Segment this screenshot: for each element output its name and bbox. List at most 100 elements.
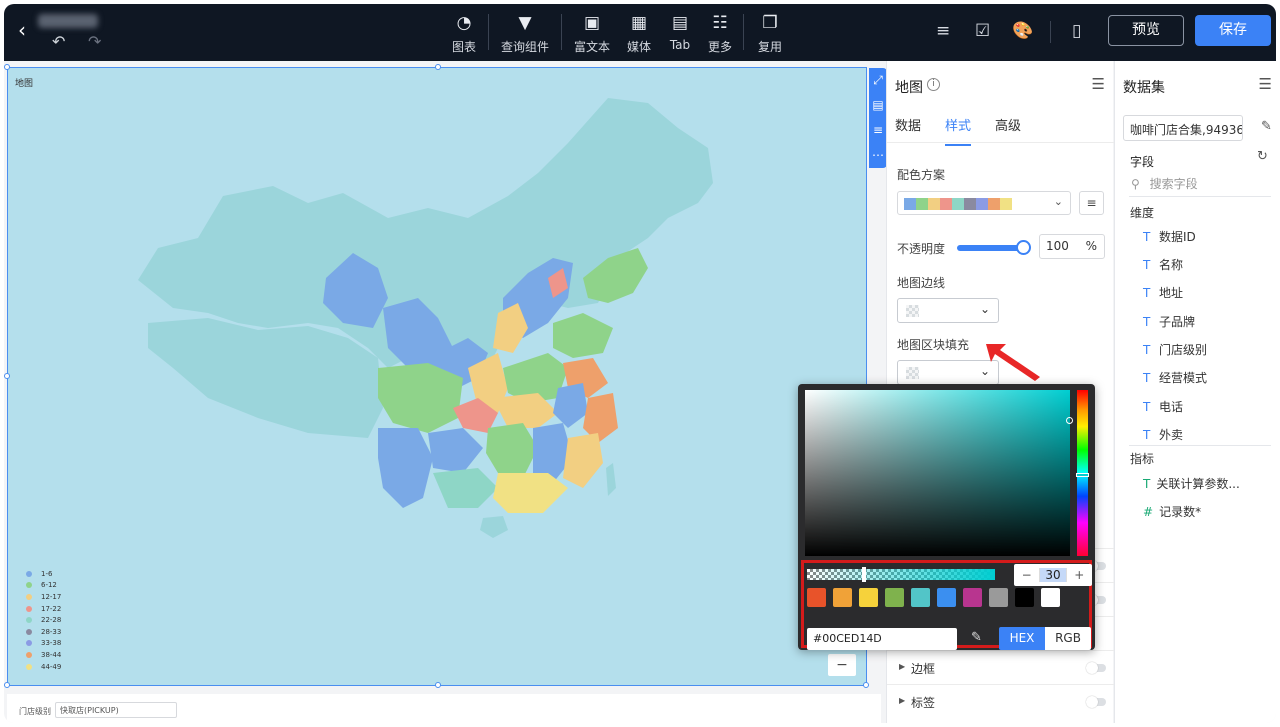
zoom-out-button[interactable]: − xyxy=(828,654,856,676)
preset-color[interactable] xyxy=(885,588,904,607)
pie-chart-icon: ◔ xyxy=(456,13,472,33)
legend-item[interactable]: 33-38 xyxy=(26,638,61,650)
measure-item[interactable]: T 关联计算参数... xyxy=(1143,475,1240,492)
preset-color[interactable] xyxy=(1041,588,1060,607)
section-border[interactable]: ▶ 边框 xyxy=(887,650,1114,684)
preset-color[interactable] xyxy=(963,588,982,607)
plus-button[interactable]: + xyxy=(1067,568,1092,582)
legend-item[interactable]: 6-12 xyxy=(26,580,61,592)
opacity-slider-handle[interactable] xyxy=(1016,240,1031,255)
dataset-select[interactable]: 咖啡门店合集,94936 ⌄ xyxy=(1123,115,1243,141)
info-icon[interactable]: i xyxy=(927,78,940,91)
preview-button[interactable]: 预览 xyxy=(1108,15,1184,46)
field-item[interactable]: T 门店级别 xyxy=(1143,341,1207,358)
resize-handle[interactable] xyxy=(435,64,441,70)
doc-icon[interactable]: ▤ xyxy=(869,93,887,118)
legend-item[interactable]: 38-44 xyxy=(26,649,61,661)
resize-handle[interactable] xyxy=(435,682,441,688)
query-component-button[interactable]: ▼ 查询组件 xyxy=(495,12,555,55)
panel-title: 地图 xyxy=(895,80,923,96)
undo-icon[interactable]: ↶ xyxy=(52,32,65,51)
preset-color[interactable] xyxy=(833,588,852,607)
save-button[interactable]: 保存 xyxy=(1195,15,1271,46)
panel-menu-icon[interactable]: ☰ xyxy=(1092,75,1105,93)
color-mode-toggle[interactable]: HEX RGB xyxy=(999,627,1091,650)
region-sichuan xyxy=(378,363,463,433)
field-item[interactable]: T 子品牌 xyxy=(1143,313,1195,330)
legend-item[interactable]: 44-49 xyxy=(26,661,61,673)
document-title xyxy=(38,14,98,28)
resize-handle[interactable] xyxy=(4,373,10,379)
checklist-icon[interactable]: ☑ xyxy=(975,21,990,41)
dataset-menu-icon[interactable]: ☰ xyxy=(1259,75,1272,93)
preset-color[interactable] xyxy=(937,588,956,607)
border-color-select[interactable]: ⌄ xyxy=(897,298,999,323)
section-label[interactable]: ▶ 标签 xyxy=(887,684,1114,718)
rgb-mode-button[interactable]: RGB xyxy=(1045,627,1091,650)
field-search-input[interactable]: ⚲ 搜索字段 xyxy=(1131,175,1198,192)
chart-tool-button[interactable]: ◔ 图表 xyxy=(434,12,494,55)
refresh-icon[interactable]: ↻ xyxy=(1257,149,1268,164)
region-guangdong xyxy=(493,473,568,513)
text-type-icon: T xyxy=(1143,229,1151,244)
resize-handle[interactable] xyxy=(4,682,10,688)
opacity-slider-track[interactable] xyxy=(957,245,1024,251)
alpha-stepper[interactable]: − 30 + xyxy=(1014,564,1092,586)
hue-slider-handle[interactable] xyxy=(1076,473,1089,477)
dimension-label: 维度 xyxy=(1130,206,1155,220)
preset-color[interactable] xyxy=(989,588,1008,607)
legend-dot xyxy=(26,593,32,600)
china-map[interactable] xyxy=(8,68,868,687)
palette-settings-button[interactable]: ≡ xyxy=(1079,191,1104,215)
legend-item[interactable]: 12-17 xyxy=(26,591,61,603)
hex-input[interactable]: #00CED14D xyxy=(807,628,957,650)
field-item[interactable]: T 电话 xyxy=(1143,398,1183,415)
transparent-swatch xyxy=(906,367,919,379)
field-item[interactable]: T 经营模式 xyxy=(1143,369,1207,386)
text-type-icon: T xyxy=(1143,257,1151,272)
field-item[interactable]: T 名称 xyxy=(1143,256,1183,273)
saturation-value-area[interactable] xyxy=(805,390,1070,556)
settings-sliders-icon[interactable]: ≡ xyxy=(869,118,887,143)
reuse-button[interactable]: ❐ 复用 xyxy=(740,12,800,55)
legend-item[interactable]: 28-33 xyxy=(26,626,61,638)
hex-mode-button[interactable]: HEX xyxy=(999,627,1045,650)
color-scheme-select[interactable]: ⌄ xyxy=(897,191,1071,215)
preset-color[interactable] xyxy=(911,588,930,607)
field-item[interactable]: T 外卖 xyxy=(1143,426,1183,443)
alpha-slider-handle[interactable] xyxy=(862,567,866,582)
region-hunan xyxy=(486,423,538,478)
sliders-icon[interactable]: ≡ xyxy=(936,21,950,41)
resize-handle[interactable] xyxy=(4,64,10,70)
back-icon[interactable]: ‹ xyxy=(18,18,26,42)
legend-item[interactable]: 17-22 xyxy=(26,603,61,615)
palette-icon[interactable]: 🎨 xyxy=(1012,21,1033,41)
map-chart-canvas[interactable]: 地图 1-6 6-12 12-17 17-22 22-28 28-33 33-3… xyxy=(4,64,869,688)
mobile-icon[interactable]: ▯ xyxy=(1072,21,1081,41)
more-icon[interactable]: ⋯ xyxy=(869,143,887,168)
field-item[interactable]: T 地址 xyxy=(1143,284,1183,301)
legend-dot xyxy=(26,605,32,612)
store-level-select[interactable]: 快取店(PICKUP) xyxy=(55,702,177,718)
preset-color[interactable] xyxy=(859,588,878,607)
border-toggle[interactable] xyxy=(1086,662,1106,674)
resize-handle[interactable] xyxy=(863,682,869,688)
alpha-slider[interactable] xyxy=(807,569,995,580)
expand-icon[interactable]: ⤢ xyxy=(869,68,887,93)
text-type-icon: T xyxy=(1143,427,1151,442)
edit-icon[interactable]: ✎ xyxy=(1261,119,1272,134)
preset-color[interactable] xyxy=(807,588,826,607)
minus-button[interactable]: − xyxy=(1014,568,1039,582)
legend-item[interactable]: 1-6 xyxy=(26,568,61,580)
eyedropper-icon[interactable]: ✎ xyxy=(971,630,982,645)
measure-item[interactable]: # 记录数* xyxy=(1143,503,1201,520)
preset-color[interactable] xyxy=(1015,588,1034,607)
sv-cursor[interactable] xyxy=(1066,417,1073,424)
legend-item[interactable]: 22-28 xyxy=(26,614,61,626)
field-item[interactable]: T 数据ID xyxy=(1143,228,1196,245)
opacity-input[interactable]: 100 % xyxy=(1039,234,1105,259)
alpha-value[interactable]: 30 xyxy=(1039,568,1067,582)
canvas-side-toolbar: ⤢ ▤ ≡ ⋯ xyxy=(869,68,887,168)
legend-dot xyxy=(26,663,32,670)
label-toggle[interactable] xyxy=(1086,696,1106,708)
